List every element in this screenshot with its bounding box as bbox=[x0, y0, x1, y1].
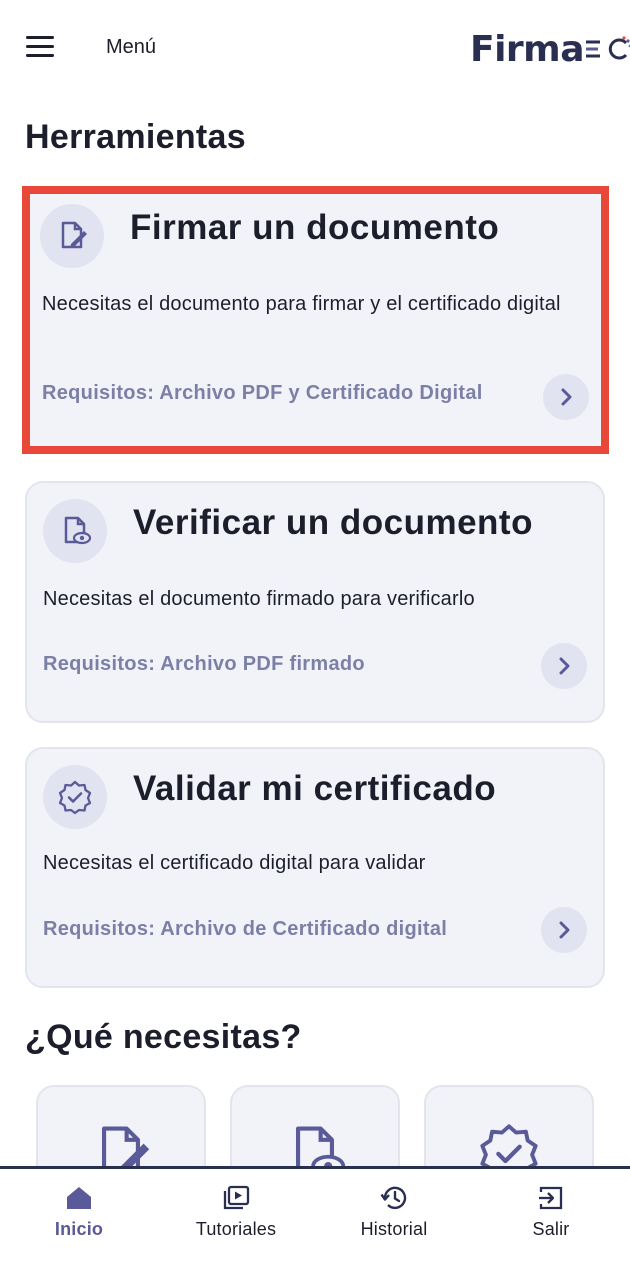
bottom-navigation: Inicio Tutoriales Historial Salir bbox=[0, 1166, 630, 1280]
chevron-right-icon[interactable] bbox=[541, 907, 587, 953]
logo-ec-mark-icon bbox=[586, 36, 630, 60]
document-verify-icon bbox=[43, 499, 107, 563]
card-title: Verificar un documento bbox=[133, 503, 533, 542]
nav-item-inicio[interactable]: Inicio bbox=[9, 1183, 149, 1240]
certificate-badge-icon bbox=[43, 765, 107, 829]
logo-text: Firma bbox=[470, 28, 585, 70]
card-requirements: Requisitos: Archivo PDF y Certificado Di… bbox=[42, 382, 483, 404]
sign-document-card[interactable]: Firmar un documento Necesitas el documen… bbox=[22, 186, 609, 454]
card-description: Necesitas el certificado digital para va… bbox=[43, 852, 426, 874]
nav-item-salir[interactable]: Salir bbox=[481, 1183, 621, 1240]
card-title: Validar mi certificado bbox=[133, 769, 497, 808]
nav-label: Tutoriales bbox=[195, 1219, 277, 1239]
menu-label[interactable]: Menú bbox=[106, 36, 156, 59]
tools-section-title: Herramientas bbox=[25, 118, 246, 156]
card-requirements: Requisitos: Archivo de Certificado digit… bbox=[43, 918, 448, 940]
logout-icon bbox=[537, 1183, 565, 1213]
verify-document-card[interactable]: Verificar un documento Necesitas el docu… bbox=[25, 481, 605, 723]
nav-label: Historial bbox=[360, 1219, 428, 1239]
firmaec-logo: Firma bbox=[470, 24, 630, 74]
history-icon bbox=[380, 1183, 408, 1213]
video-library-icon bbox=[222, 1183, 250, 1213]
card-description: Necesitas el documento firmado para veri… bbox=[43, 588, 475, 610]
card-requirements: Requisitos: Archivo PDF firmado bbox=[43, 653, 365, 675]
chevron-right-icon[interactable] bbox=[543, 374, 589, 420]
card-description: Necesitas el documento para firmar y el … bbox=[42, 293, 561, 315]
nav-label: Inicio bbox=[54, 1219, 104, 1239]
document-sign-icon bbox=[40, 204, 104, 268]
hamburger-menu-icon[interactable] bbox=[26, 36, 56, 60]
home-icon bbox=[65, 1183, 93, 1213]
needs-section-title: ¿Qué necesitas? bbox=[25, 1018, 302, 1056]
validate-certificate-card[interactable]: Validar mi certificado Necesitas el cert… bbox=[25, 747, 605, 988]
nav-item-historial[interactable]: Historial bbox=[324, 1183, 464, 1240]
chevron-right-icon[interactable] bbox=[541, 643, 587, 689]
nav-item-tutoriales[interactable]: Tutoriales bbox=[166, 1183, 306, 1240]
card-title: Firmar un documento bbox=[130, 208, 500, 247]
top-app-bar: Menú Firma bbox=[0, 0, 630, 100]
nav-label: Salir bbox=[532, 1219, 570, 1239]
